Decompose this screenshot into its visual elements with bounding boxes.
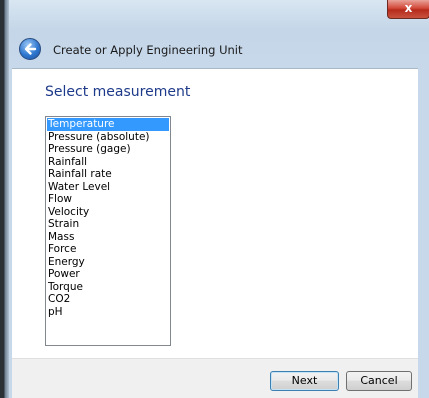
list-item-temperature[interactable]: Temperature	[47, 118, 169, 131]
list-item-power[interactable]: Power	[47, 268, 169, 281]
window-left-edge	[0, 0, 9, 398]
list-item-rainfall[interactable]: Rainfall	[47, 156, 169, 169]
window-title: Create or Apply Engineering Unit	[53, 43, 243, 57]
list-item-energy[interactable]: Energy	[47, 256, 169, 269]
list-item-pressure-gage[interactable]: Pressure (gage)	[47, 143, 169, 156]
list-item-rainfall-rate[interactable]: Rainfall rate	[47, 168, 169, 181]
content-panel: Select measurement Temperature Pressure (…	[12, 68, 418, 359]
list-item-flow[interactable]: Flow	[47, 193, 169, 206]
list-item-force[interactable]: Force	[47, 243, 169, 256]
page-heading: Select measurement	[45, 84, 191, 100]
list-item-torque[interactable]: Torque	[47, 281, 169, 294]
list-item-pressure-absolute[interactable]: Pressure (absolute)	[47, 131, 169, 144]
back-arrow-icon	[24, 43, 37, 55]
list-item-strain[interactable]: Strain	[47, 218, 169, 231]
list-item-ph[interactable]: pH	[47, 306, 169, 319]
next-button[interactable]: Next	[270, 371, 339, 391]
close-icon: x	[404, 1, 413, 15]
close-button[interactable]: x	[387, 0, 429, 19]
cancel-button[interactable]: Cancel	[346, 371, 412, 391]
button-bar: Next Cancel	[12, 358, 418, 398]
list-item-velocity[interactable]: Velocity	[47, 206, 169, 219]
list-item-co2[interactable]: CO2	[47, 293, 169, 306]
list-item-water-level[interactable]: Water Level	[47, 181, 169, 194]
measurement-listbox[interactable]: Temperature Pressure (absolute) Pressure (…	[45, 116, 171, 346]
back-button[interactable]	[19, 38, 41, 60]
list-item-mass[interactable]: Mass	[47, 231, 169, 244]
